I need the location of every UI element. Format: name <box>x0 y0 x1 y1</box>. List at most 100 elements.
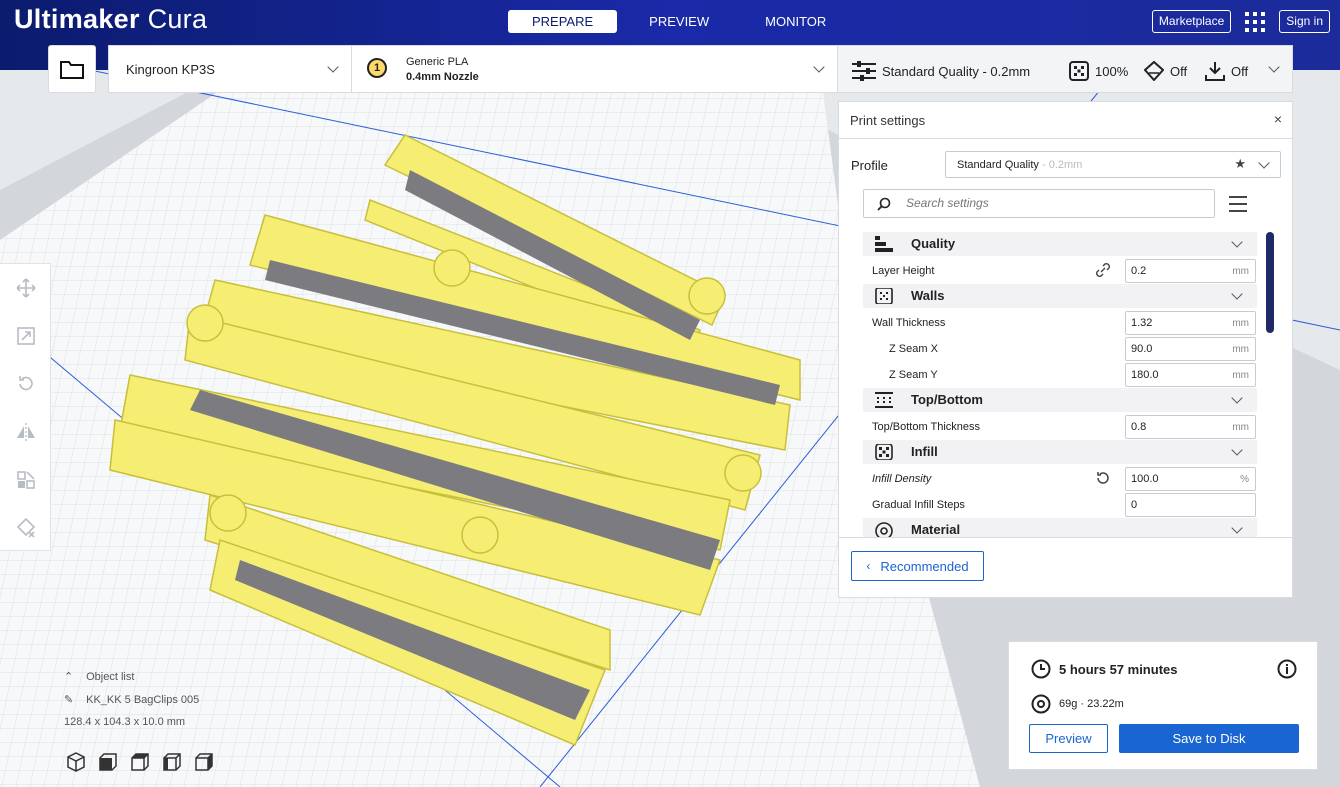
wall-thickness-field[interactable]: 1.32 mm <box>1125 311 1256 335</box>
sliders-icon <box>852 61 876 81</box>
infill-icon <box>875 444 893 460</box>
3d-view-icon[interactable] <box>66 752 86 772</box>
scale-icon <box>16 327 35 345</box>
search-settings-box <box>863 189 1215 218</box>
setting-row: Infill Density 100.0% <box>863 466 1257 492</box>
chevron-down-icon <box>1268 61 1280 73</box>
infill-density-field[interactable]: 100.0% <box>1125 467 1256 491</box>
tab-monitor[interactable]: MONITOR <box>741 10 850 33</box>
category-quality[interactable]: Quality <box>863 232 1257 256</box>
object-info: ⌃ Object list ✎ KK_KK 5 BagClips 005 128… <box>64 670 199 738</box>
object-dimensions: 128.4 x 104.3 x 10.0 mm <box>64 716 186 728</box>
material-selector[interactable]: 1 Generic PLA 0.4mm Nozzle <box>351 45 838 93</box>
chevron-down-icon <box>813 61 825 73</box>
z-seam-y-field[interactable]: 180.0 mm <box>1125 363 1256 387</box>
left-view-icon[interactable] <box>162 752 182 772</box>
close-icon[interactable]: × <box>1274 111 1282 127</box>
sign-in-button[interactable]: Sign in <box>1279 10 1330 33</box>
profile-dropdown[interactable]: Standard Quality - 0.2mm ★ <box>945 151 1281 178</box>
tab-preview[interactable]: PREVIEW <box>625 10 733 33</box>
rotate-icon <box>18 376 33 391</box>
support-value: Off <box>1170 63 1188 79</box>
menu-icon[interactable] <box>1229 196 1247 217</box>
setting-row: Z Seam Y 180.0 mm <box>863 362 1257 388</box>
open-file-button[interactable] <box>48 45 96 93</box>
rotate-tool[interactable] <box>0 360 51 408</box>
layers-icon <box>875 236 893 252</box>
print-estimate-panel: 5 hours 57 minutes 69g · 23.22m Preview … <box>1008 641 1318 770</box>
tool-sidebar <box>0 263 51 551</box>
extruder-badge: 1 <box>367 58 387 78</box>
spool-icon <box>875 522 893 537</box>
category-material[interactable]: Material <box>863 518 1257 537</box>
material-estimate: 69g · 23.22m <box>1059 698 1124 710</box>
adhesion-icon <box>1205 62 1225 81</box>
stage-tabs: PREPARE PREVIEW MONITOR <box>508 10 858 33</box>
link-icon[interactable] <box>1095 262 1111 278</box>
settings-scrollbar[interactable] <box>1266 232 1274 333</box>
print-setup-selector[interactable]: Standard Quality - 0.2mm 100% Off Off <box>837 45 1293 93</box>
star-icon[interactable]: ★ <box>1234 156 1246 172</box>
category-infill[interactable]: Infill <box>863 440 1257 464</box>
move-icon <box>15 278 36 298</box>
move-tool[interactable] <box>0 264 51 312</box>
preview-button[interactable]: Preview <box>1029 724 1108 753</box>
infill-icon <box>1069 61 1089 81</box>
support-blocker-tool[interactable] <box>0 504 51 552</box>
z-seam-x-field[interactable]: 90.0 mm <box>1125 337 1256 361</box>
clock-icon <box>1031 659 1051 679</box>
scale-tool[interactable] <box>0 312 51 360</box>
printer-name: Kingroon KP3S <box>126 62 215 77</box>
marketplace-button[interactable]: Marketplace <box>1151 10 1232 33</box>
category-topbottom[interactable]: Top/Bottom <box>863 388 1257 412</box>
layer-height-field[interactable]: 0.2 mm <box>1125 259 1256 283</box>
chevron-down-icon <box>1231 522 1243 534</box>
profile-value: Standard Quality <box>957 159 1039 171</box>
chevron-down-icon <box>1231 392 1243 404</box>
quality-profile-label: Standard Quality - 0.2mm <box>882 63 1031 79</box>
chevron-up-icon: ⌃ <box>64 671 74 683</box>
chevron-down-icon <box>1231 288 1243 300</box>
setting-row: Top/Bottom Thickness 0.8 mm <box>863 414 1257 440</box>
setting-row: Gradual Infill Steps 0 <box>863 492 1257 518</box>
folder-icon <box>60 61 84 79</box>
setting-row: Layer Height 0.2 mm <box>863 258 1257 284</box>
per-model-settings-tool[interactable] <box>0 456 51 504</box>
setting-row: Wall Thickness 1.32 mm <box>863 310 1257 336</box>
save-to-disk-button[interactable]: Save to Disk <box>1119 724 1299 753</box>
support-blocker-icon <box>16 518 35 538</box>
search-input[interactable] <box>904 195 1198 211</box>
object-name-row[interactable]: ✎ KK_KK 5 BagClips 005 <box>64 693 199 706</box>
adhesion-value: Off <box>1231 63 1249 79</box>
setting-row: Z Seam X 90.0 mm <box>863 336 1257 362</box>
mirror-tool[interactable] <box>0 408 51 456</box>
panel-title: Print settings <box>850 113 926 128</box>
support-icon <box>1144 61 1164 81</box>
search-icon <box>877 197 891 211</box>
top-view-icon[interactable] <box>130 752 150 772</box>
printer-selector[interactable]: Kingroon KP3S <box>108 45 352 93</box>
nozzle-size: 0.4mm Nozzle <box>406 71 479 83</box>
recommended-button[interactable]: ‹ Recommended <box>851 551 984 581</box>
settings-list[interactable]: Quality Layer Height 0.2 mm Walls Wall Th… <box>863 232 1257 537</box>
category-walls[interactable]: Walls <box>863 284 1257 308</box>
info-icon[interactable] <box>1277 659 1297 679</box>
print-settings-panel: Print settings × Profile Standard Qualit… <box>838 101 1293 598</box>
right-view-icon[interactable] <box>194 752 214 772</box>
app-logo: Ultimaker Cura <box>14 4 208 34</box>
chevron-down-icon <box>1231 444 1243 456</box>
topbottom-thickness-field[interactable]: 0.8 mm <box>1125 415 1256 439</box>
front-view-icon[interactable] <box>98 752 118 772</box>
infill-value: 100% <box>1095 63 1129 79</box>
gradual-infill-field[interactable]: 0 <box>1125 493 1256 517</box>
walls-icon <box>875 288 893 304</box>
reset-icon[interactable] <box>1095 470 1111 486</box>
camera-view-buttons <box>66 752 214 772</box>
tab-prepare[interactable]: PREPARE <box>508 10 618 33</box>
apps-grid-icon[interactable] <box>1245 11 1266 32</box>
top-bottom-icon <box>875 392 893 408</box>
spool-icon <box>1031 694 1051 714</box>
profile-label: Profile <box>851 158 888 173</box>
print-time: 5 hours 57 minutes <box>1059 662 1178 677</box>
object-list-toggle[interactable]: ⌃ Object list <box>64 670 199 683</box>
